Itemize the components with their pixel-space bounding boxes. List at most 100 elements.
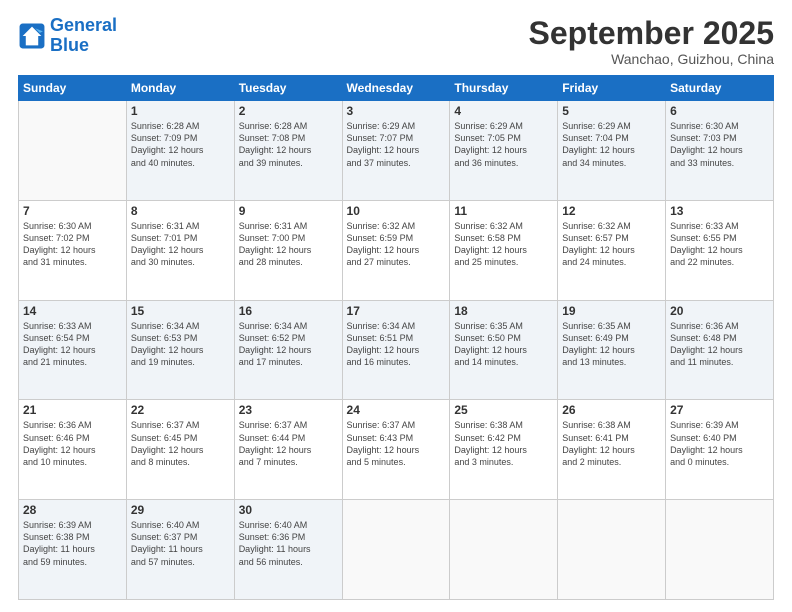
day-info: Sunrise: 6:32 AM Sunset: 6:59 PM Dayligh… bbox=[347, 220, 446, 269]
weekday-header-tuesday: Tuesday bbox=[234, 76, 342, 101]
calendar-cell: 13 Sunrise: 6:33 AM Sunset: 6:55 PM Dayli… bbox=[666, 200, 774, 300]
day-number: 17 bbox=[347, 304, 446, 318]
day-info: Sunrise: 6:40 AM Sunset: 6:37 PM Dayligh… bbox=[131, 519, 230, 568]
day-info: Sunrise: 6:32 AM Sunset: 6:58 PM Dayligh… bbox=[454, 220, 553, 269]
day-info: Sunrise: 6:38 AM Sunset: 6:41 PM Dayligh… bbox=[562, 419, 661, 468]
day-number: 26 bbox=[562, 403, 661, 417]
calendar-cell: 30 Sunrise: 6:40 AM Sunset: 6:36 PM Dayli… bbox=[234, 500, 342, 600]
day-number: 24 bbox=[347, 403, 446, 417]
day-info: Sunrise: 6:33 AM Sunset: 6:54 PM Dayligh… bbox=[23, 320, 122, 369]
calendar-cell: 10 Sunrise: 6:32 AM Sunset: 6:59 PM Dayli… bbox=[342, 200, 450, 300]
day-info: Sunrise: 6:34 AM Sunset: 6:53 PM Dayligh… bbox=[131, 320, 230, 369]
calendar-cell: 22Sunrise: 6:37 AM Sunset: 6:45 PM Dayli… bbox=[126, 400, 234, 500]
day-info: Sunrise: 6:32 AM Sunset: 6:57 PM Dayligh… bbox=[562, 220, 661, 269]
day-number: 20 bbox=[670, 304, 769, 318]
calendar-cell: 28 Sunrise: 6:39 AM Sunset: 6:38 PM Dayli… bbox=[19, 500, 127, 600]
day-info: Sunrise: 6:38 AM Sunset: 6:42 PM Dayligh… bbox=[454, 419, 553, 468]
calendar-cell: 8 Sunrise: 6:31 AM Sunset: 7:01 PM Daylig… bbox=[126, 200, 234, 300]
day-number: 8 bbox=[131, 204, 230, 218]
calendar-cell bbox=[19, 101, 127, 201]
calendar-cell: 24 Sunrise: 6:37 AM Sunset: 6:43 PM Dayli… bbox=[342, 400, 450, 500]
day-info: Sunrise: 6:31 AM Sunset: 7:01 PM Dayligh… bbox=[131, 220, 230, 269]
logo-text: General Blue bbox=[50, 16, 117, 56]
day-number: 7 bbox=[23, 204, 122, 218]
day-number: 3 bbox=[347, 104, 446, 118]
calendar-cell: 19 Sunrise: 6:35 AM Sunset: 6:49 PM Dayli… bbox=[558, 300, 666, 400]
weekday-header-sunday: Sunday bbox=[19, 76, 127, 101]
weekday-header-row: SundayMondayTuesdayWednesdayThursdayFrid… bbox=[19, 76, 774, 101]
calendar-cell: 14 Sunrise: 6:33 AM Sunset: 6:54 PM Dayli… bbox=[19, 300, 127, 400]
day-number: 2 bbox=[239, 104, 338, 118]
calendar-cell: 17 Sunrise: 6:34 AM Sunset: 6:51 PM Dayli… bbox=[342, 300, 450, 400]
day-info: Sunrise: 6:35 AM Sunset: 6:50 PM Dayligh… bbox=[454, 320, 553, 369]
day-number: 9 bbox=[239, 204, 338, 218]
calendar-week-row: 7 Sunrise: 6:30 AM Sunset: 7:02 PM Daylig… bbox=[19, 200, 774, 300]
day-info: Sunrise: 6:35 AM Sunset: 6:49 PM Dayligh… bbox=[562, 320, 661, 369]
weekday-header-thursday: Thursday bbox=[450, 76, 558, 101]
title-block: September 2025 Wanchao, Guizhou, China bbox=[529, 16, 774, 67]
calendar-week-row: 21 Sunrise: 6:36 AM Sunset: 6:46 PM Dayli… bbox=[19, 400, 774, 500]
calendar-cell: 23Sunrise: 6:37 AM Sunset: 6:44 PM Dayli… bbox=[234, 400, 342, 500]
day-info: Sunrise: 6:39 AM Sunset: 6:40 PM Dayligh… bbox=[670, 419, 769, 468]
calendar-cell: 18 Sunrise: 6:35 AM Sunset: 6:50 PM Dayli… bbox=[450, 300, 558, 400]
calendar-cell bbox=[558, 500, 666, 600]
day-number: 28 bbox=[23, 503, 122, 517]
calendar-cell: 15Sunrise: 6:34 AM Sunset: 6:53 PM Dayli… bbox=[126, 300, 234, 400]
calendar-cell: 9 Sunrise: 6:31 AM Sunset: 7:00 PM Daylig… bbox=[234, 200, 342, 300]
day-info: Sunrise: 6:37 AM Sunset: 6:45 PM Dayligh… bbox=[131, 419, 230, 468]
day-info: Sunrise: 6:30 AM Sunset: 7:03 PM Dayligh… bbox=[670, 120, 769, 169]
day-number: 6 bbox=[670, 104, 769, 118]
day-number: 14 bbox=[23, 304, 122, 318]
day-number: 12 bbox=[562, 204, 661, 218]
calendar-week-row: 14 Sunrise: 6:33 AM Sunset: 6:54 PM Dayli… bbox=[19, 300, 774, 400]
day-number: 30 bbox=[239, 503, 338, 517]
day-number: 19 bbox=[562, 304, 661, 318]
day-info: Sunrise: 6:29 AM Sunset: 7:07 PM Dayligh… bbox=[347, 120, 446, 169]
month-title: September 2025 bbox=[529, 16, 774, 51]
calendar-cell: 5 Sunrise: 6:29 AM Sunset: 7:04 PM Daylig… bbox=[558, 101, 666, 201]
calendar-week-row: 28 Sunrise: 6:39 AM Sunset: 6:38 PM Dayli… bbox=[19, 500, 774, 600]
day-number: 21 bbox=[23, 403, 122, 417]
weekday-header-saturday: Saturday bbox=[666, 76, 774, 101]
calendar-cell: 26 Sunrise: 6:38 AM Sunset: 6:41 PM Dayli… bbox=[558, 400, 666, 500]
weekday-header-friday: Friday bbox=[558, 76, 666, 101]
weekday-header-monday: Monday bbox=[126, 76, 234, 101]
day-number: 23 bbox=[239, 403, 338, 417]
calendar-cell bbox=[342, 500, 450, 600]
day-number: 11 bbox=[454, 204, 553, 218]
page: General Blue September 2025 Wanchao, Gui… bbox=[0, 0, 792, 612]
day-info: Sunrise: 6:31 AM Sunset: 7:00 PM Dayligh… bbox=[239, 220, 338, 269]
day-info: Sunrise: 6:36 AM Sunset: 6:48 PM Dayligh… bbox=[670, 320, 769, 369]
logo-icon bbox=[18, 22, 46, 50]
day-number: 4 bbox=[454, 104, 553, 118]
day-number: 13 bbox=[670, 204, 769, 218]
day-info: Sunrise: 6:40 AM Sunset: 6:36 PM Dayligh… bbox=[239, 519, 338, 568]
logo-line1: General bbox=[50, 15, 117, 35]
day-info: Sunrise: 6:37 AM Sunset: 6:43 PM Dayligh… bbox=[347, 419, 446, 468]
day-info: Sunrise: 6:34 AM Sunset: 6:51 PM Dayligh… bbox=[347, 320, 446, 369]
day-number: 29 bbox=[131, 503, 230, 517]
logo-line2: Blue bbox=[50, 36, 117, 56]
calendar-cell bbox=[666, 500, 774, 600]
day-number: 18 bbox=[454, 304, 553, 318]
day-info: Sunrise: 6:33 AM Sunset: 6:55 PM Dayligh… bbox=[670, 220, 769, 269]
day-info: Sunrise: 6:29 AM Sunset: 7:04 PM Dayligh… bbox=[562, 120, 661, 169]
calendar-cell: 6 Sunrise: 6:30 AM Sunset: 7:03 PM Daylig… bbox=[666, 101, 774, 201]
day-info: Sunrise: 6:28 AM Sunset: 7:08 PM Dayligh… bbox=[239, 120, 338, 169]
day-number: 5 bbox=[562, 104, 661, 118]
calendar-cell: 27Sunrise: 6:39 AM Sunset: 6:40 PM Dayli… bbox=[666, 400, 774, 500]
location: Wanchao, Guizhou, China bbox=[529, 51, 774, 67]
day-info: Sunrise: 6:36 AM Sunset: 6:46 PM Dayligh… bbox=[23, 419, 122, 468]
calendar-cell: 3 Sunrise: 6:29 AM Sunset: 7:07 PM Daylig… bbox=[342, 101, 450, 201]
day-info: Sunrise: 6:39 AM Sunset: 6:38 PM Dayligh… bbox=[23, 519, 122, 568]
calendar-cell bbox=[450, 500, 558, 600]
calendar-cell: 21 Sunrise: 6:36 AM Sunset: 6:46 PM Dayli… bbox=[19, 400, 127, 500]
calendar-cell: 16Sunrise: 6:34 AM Sunset: 6:52 PM Dayli… bbox=[234, 300, 342, 400]
day-info: Sunrise: 6:30 AM Sunset: 7:02 PM Dayligh… bbox=[23, 220, 122, 269]
day-number: 16 bbox=[239, 304, 338, 318]
calendar-cell: 20 Sunrise: 6:36 AM Sunset: 6:48 PM Dayli… bbox=[666, 300, 774, 400]
calendar-cell: 11 Sunrise: 6:32 AM Sunset: 6:58 PM Dayli… bbox=[450, 200, 558, 300]
calendar-cell: 4Sunrise: 6:29 AM Sunset: 7:05 PM Daylig… bbox=[450, 101, 558, 201]
day-number: 10 bbox=[347, 204, 446, 218]
calendar-week-row: 1Sunrise: 6:28 AM Sunset: 7:09 PM Daylig… bbox=[19, 101, 774, 201]
